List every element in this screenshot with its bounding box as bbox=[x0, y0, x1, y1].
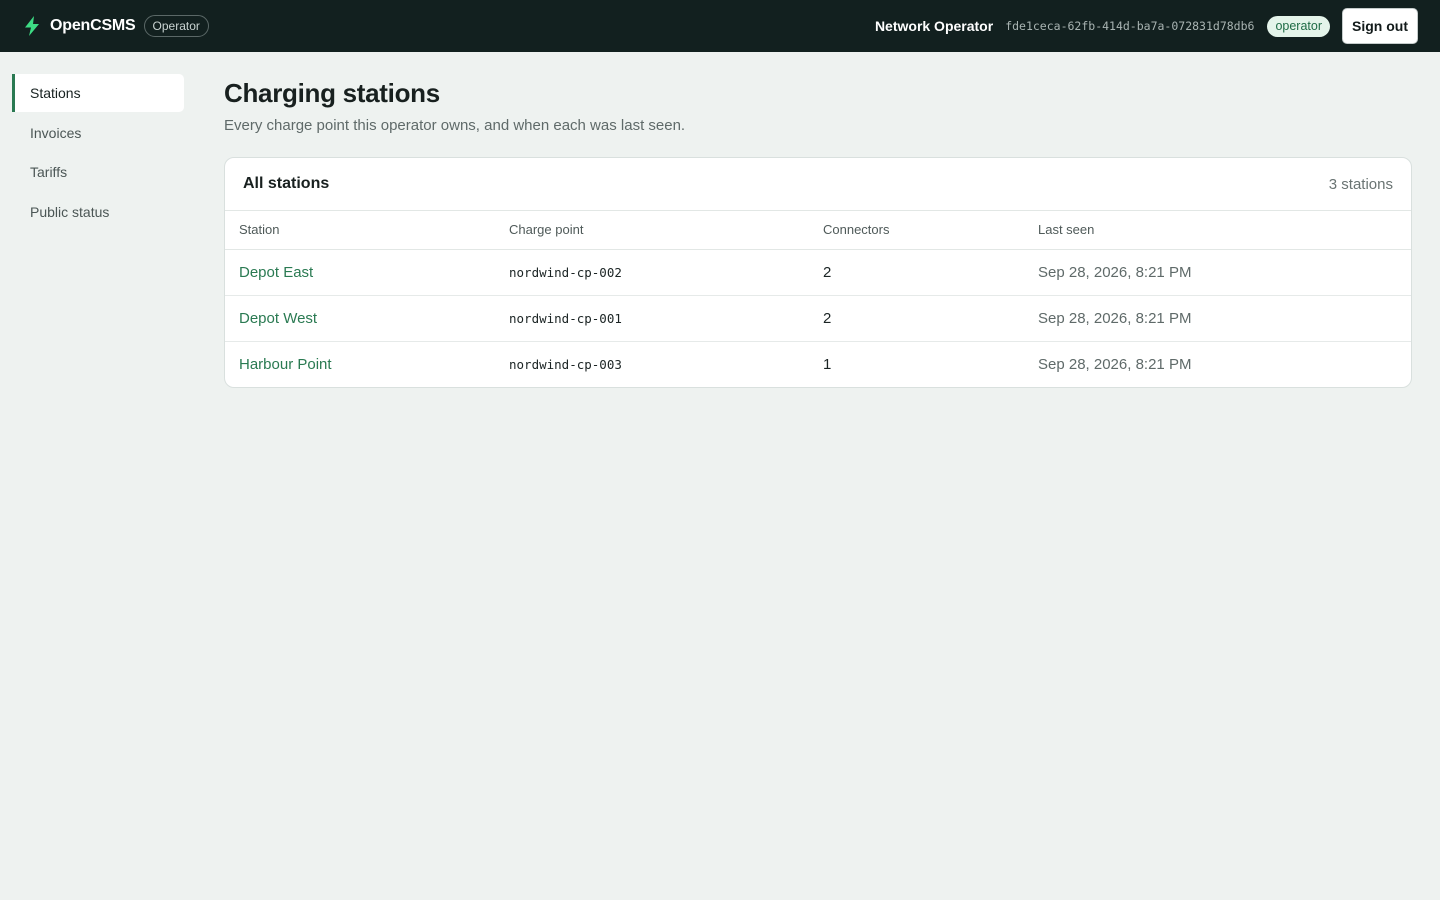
charge-point-id: nordwind-cp-002 bbox=[509, 264, 622, 280]
card-header: All stations 3 stations bbox=[225, 158, 1411, 211]
card-title: All stations bbox=[243, 175, 330, 192]
user-id: fde1ceca-62fb-414d-ba7a-072831d78db6 bbox=[1005, 19, 1255, 33]
sidebar-item-invoices[interactable]: Invoices bbox=[12, 114, 184, 152]
last-seen: Sep 28, 2026, 8:21 PM bbox=[1038, 309, 1192, 327]
column-header-charge-point: Charge point bbox=[495, 211, 809, 250]
user-name: Network Operator bbox=[874, 18, 994, 34]
column-header-connectors: Connectors bbox=[809, 211, 1024, 250]
table-header-row: Station Charge point Connectors Last see… bbox=[225, 211, 1411, 250]
sidebar: Stations Invoices Tariffs Public status bbox=[12, 74, 184, 232]
table-row: Depot East nordwind-cp-002 2 Sep 28, 202… bbox=[225, 249, 1411, 296]
last-seen: Sep 28, 2026, 8:21 PM bbox=[1038, 355, 1192, 373]
column-header-last-seen: Last seen bbox=[1024, 211, 1411, 250]
main-content: Charging stations Every charge point thi… bbox=[224, 76, 1412, 388]
station-link[interactable]: Depot West bbox=[239, 310, 317, 327]
station-count: 3 stations bbox=[1328, 175, 1393, 193]
sidebar-item-tariffs[interactable]: Tariffs bbox=[12, 153, 184, 191]
brand-role-badge: Operator bbox=[143, 15, 209, 37]
role-badge: operator bbox=[1267, 15, 1330, 37]
sign-out-button[interactable]: Sign out bbox=[1342, 8, 1418, 44]
page-title: Charging stations bbox=[224, 78, 440, 108]
last-seen: Sep 28, 2026, 8:21 PM bbox=[1038, 263, 1192, 281]
brand[interactable]: OpenCSMS Operator bbox=[24, 15, 209, 37]
user-area: Network Operator fde1ceca-62fb-414d-ba7a… bbox=[875, 8, 1418, 44]
sidebar-item-public-status[interactable]: Public status bbox=[12, 193, 184, 231]
brand-name: OpenCSMS bbox=[50, 17, 136, 34]
table-row: Harbour Point nordwind-cp-003 1 Sep 28, … bbox=[225, 341, 1411, 387]
sidebar-item-stations[interactable]: Stations bbox=[12, 74, 184, 112]
charge-point-id: nordwind-cp-001 bbox=[509, 310, 622, 326]
top-navbar: OpenCSMS Operator Network Operator fde1c… bbox=[0, 0, 1440, 52]
connector-count: 1 bbox=[823, 355, 832, 373]
stations-card: All stations 3 stations Station Charge p… bbox=[224, 157, 1412, 388]
connector-count: 2 bbox=[823, 309, 832, 327]
station-link[interactable]: Harbour Point bbox=[239, 356, 332, 373]
table-row: Depot West nordwind-cp-001 2 Sep 28, 202… bbox=[225, 295, 1411, 342]
column-header-station: Station bbox=[225, 211, 495, 250]
page-subtitle: Every charge point this operator owns, a… bbox=[224, 117, 686, 134]
lightning-bolt-icon bbox=[24, 16, 40, 36]
charge-point-id: nordwind-cp-003 bbox=[509, 356, 622, 372]
station-link[interactable]: Depot East bbox=[239, 264, 313, 281]
connector-count: 2 bbox=[823, 263, 832, 281]
stations-table: Station Charge point Connectors Last see… bbox=[225, 211, 1411, 387]
